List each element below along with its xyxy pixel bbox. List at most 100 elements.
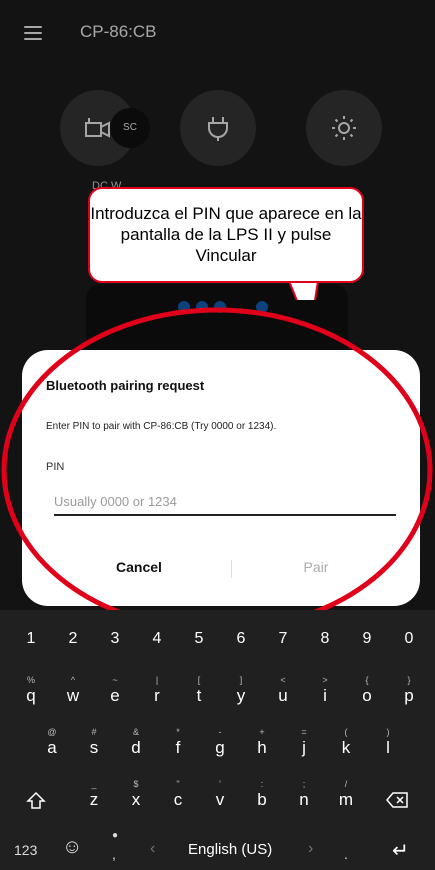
key-hint: & <box>132 727 139 737</box>
pin-input[interactable] <box>54 488 396 516</box>
key-letter: n <box>299 790 309 809</box>
key-z[interactable]: _ z <box>74 778 114 818</box>
cancel-button[interactable]: Cancel <box>79 558 199 576</box>
number-key[interactable]: 2 <box>53 630 93 648</box>
key-b[interactable]: :b <box>242 778 282 818</box>
button-divider <box>231 560 232 578</box>
key-hint: ' <box>219 779 221 789</box>
number-key[interactable]: 6 <box>221 630 261 648</box>
key-g[interactable]: -g <box>200 726 240 766</box>
key-j[interactable]: = j <box>284 726 324 766</box>
key-hint: ; <box>302 779 306 789</box>
number-key[interactable]: 5 <box>179 630 219 648</box>
key-letter: t <box>196 686 202 705</box>
key-letter: f <box>175 738 181 757</box>
key-t[interactable]: [t <box>179 674 219 714</box>
key-hint: @ <box>47 727 57 737</box>
key-x[interactable]: $ x <box>116 778 156 818</box>
key-hint: / <box>344 779 348 789</box>
key-hint: - <box>218 727 222 737</box>
key-hint: : <box>260 779 264 789</box>
key-hint: ~ <box>112 675 118 685</box>
key-i[interactable]: > i <box>305 674 345 714</box>
key-letter: v <box>215 790 225 809</box>
key-w[interactable]: ^ w <box>53 674 93 714</box>
enter-icon[interactable]: ↵ <box>392 838 409 863</box>
period-key[interactable]: . <box>344 846 348 862</box>
mic-icon[interactable]: ● <box>112 830 118 841</box>
key-letter: m <box>338 790 354 809</box>
key-q[interactable]: % q <box>11 674 51 714</box>
key-letter: y <box>236 686 246 705</box>
key-letter: r <box>154 686 160 705</box>
dialog-title: Bluetooth pairing request <box>46 378 205 393</box>
key-letter: h <box>257 738 267 757</box>
shift-key[interactable] <box>16 782 56 822</box>
key-f[interactable]: * f <box>158 726 198 766</box>
key-letter: j <box>302 738 306 757</box>
number-key[interactable]: 3 <box>95 630 135 648</box>
key-hint: # <box>91 727 97 737</box>
symbols-key[interactable]: 123 <box>14 842 37 858</box>
key-hint: ^ <box>70 675 76 685</box>
key-a[interactable]: @ a <box>32 726 72 766</box>
key-v[interactable]: ' v <box>200 778 240 818</box>
key-hint: $ <box>133 779 139 789</box>
key-letter: g <box>215 738 225 757</box>
key-hint: * <box>176 727 180 737</box>
key-k[interactable]: (k <box>326 726 366 766</box>
pairing-dialog: Bluetooth pairing request Enter PIN to p… <box>22 350 420 606</box>
number-key[interactable]: 7 <box>263 630 303 648</box>
key-l[interactable]: ) l <box>368 726 408 766</box>
key-hint: | <box>155 675 159 685</box>
key-letter: q <box>26 686 36 705</box>
key-d[interactable]: & d <box>116 726 156 766</box>
key-letter: p <box>404 686 414 705</box>
key-m[interactable]: / m <box>326 778 366 818</box>
key-u[interactable]: < u <box>263 674 303 714</box>
key-hint: > <box>322 675 328 685</box>
key-y[interactable]: ] y <box>221 674 261 714</box>
key-letter: x <box>131 790 141 809</box>
key-hint: " <box>176 779 180 789</box>
key-hint: % <box>26 675 35 685</box>
number-row: 1234567890 <box>0 630 435 666</box>
key-hint: } <box>407 675 411 685</box>
instruction-callout: Introduzca el PIN que aparece en la pant… <box>88 187 364 283</box>
chevron-right-icon: › <box>308 840 314 857</box>
pair-button[interactable]: Pair <box>256 558 376 576</box>
key-letter: c <box>173 790 183 809</box>
key-hint: = <box>301 727 307 737</box>
key-h[interactable]: + h <box>242 726 282 766</box>
number-key[interactable]: 9 <box>347 630 387 648</box>
number-key[interactable]: 4 <box>137 630 177 648</box>
backspace-key[interactable] <box>378 782 418 822</box>
key-hint: ) <box>386 727 390 737</box>
emoji-icon[interactable]: ☺ <box>62 836 82 859</box>
key-letter: e <box>110 686 120 705</box>
space-key[interactable]: English (US) <box>188 841 272 858</box>
key-letter: l <box>386 738 390 757</box>
key-hint: [ <box>197 675 201 685</box>
key-letter: b <box>257 790 267 809</box>
key-letter: o <box>362 686 372 705</box>
key-p[interactable]: } p <box>389 674 429 714</box>
comma-key[interactable]: , <box>112 846 116 862</box>
shift-icon <box>26 791 46 809</box>
key-hint: { <box>365 675 369 685</box>
pin-label: PIN <box>46 461 65 473</box>
keyboard: 1234567890 % q ^ w ~ e | r[t] y < u > i{o} p @ a # s & d * f… <box>0 610 435 870</box>
key-e[interactable]: ~ e <box>95 674 135 714</box>
key-letter: w <box>66 686 80 705</box>
key-r[interactable]: | r <box>137 674 177 714</box>
key-hint: _ <box>91 779 97 789</box>
key-o[interactable]: {o <box>347 674 387 714</box>
key-n[interactable]: ; n <box>284 778 324 818</box>
number-key[interactable]: 0 <box>389 630 429 648</box>
number-key[interactable]: 1 <box>11 630 51 648</box>
number-key[interactable]: 8 <box>305 630 345 648</box>
key-s[interactable]: # s <box>74 726 114 766</box>
key-c[interactable]: " c <box>158 778 198 818</box>
key-letter: d <box>131 738 141 757</box>
dialog-message: Enter PIN to pair with CP-86:CB (Try 000… <box>46 421 277 432</box>
